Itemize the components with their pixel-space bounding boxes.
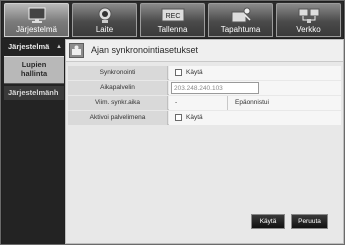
last-sync-row: Viim. synkr.aika - Epäonnistui — [68, 96, 341, 110]
monitor-icon — [28, 7, 45, 23]
activate-row: Aktivoi palvelimena Käytä — [68, 111, 341, 125]
sidebar-item-label: Järjestelmä — [8, 42, 50, 51]
time-server-input[interactable] — [171, 82, 259, 94]
tab-label: Verkko — [296, 25, 321, 34]
sidebar-item-label: Lupien hallinta — [20, 60, 48, 78]
sync-checkbox[interactable] — [175, 69, 182, 76]
activate-value-cell: Käytä — [169, 111, 341, 125]
camera-icon — [98, 7, 111, 23]
sidebar-item-jarjestelma[interactable]: Järjestelmä ▲ — [4, 42, 64, 55]
tab-label: Tallenna — [157, 25, 188, 34]
sync-label: Synkronointi — [68, 66, 168, 80]
event-icon — [231, 7, 251, 23]
last-sync-status: Epäonnistui — [235, 99, 269, 106]
page-title: Ajan synkronointiasetukset — [91, 45, 199, 55]
svg-text:REC: REC — [165, 13, 180, 20]
sync-checkbox-label: Käytä — [186, 69, 203, 76]
activate-checkbox-label: Käytä — [186, 114, 203, 121]
tab-jarjestelma[interactable]: Järjestelmä — [4, 3, 69, 37]
sidebar-item-jarjestelmanhallinta[interactable]: Järjestelmänh — [4, 86, 64, 100]
server-label: Aikapalvelin — [68, 81, 168, 95]
last-sync-value-cell: - Epäonnistui — [169, 96, 341, 110]
sync-row: Synkronointi Käytä — [68, 66, 341, 80]
server-value-cell — [169, 81, 341, 95]
tab-tallenna[interactable]: REC Tallenna — [140, 3, 205, 37]
arrow-up-icon: ▲ — [56, 44, 62, 50]
tab-label: Tapahtuma — [220, 25, 261, 34]
cancel-button[interactable]: Peruuta — [291, 214, 328, 229]
tab-laite[interactable]: Laite — [72, 3, 137, 37]
tab-label: Järjestelmä — [16, 25, 57, 34]
sync-value-cell: Käytä — [169, 66, 341, 80]
apply-button[interactable]: Käytä — [251, 214, 285, 229]
sidebar-item-label: Järjestelmänh — [8, 88, 59, 97]
rec-icon: REC — [161, 8, 184, 22]
activate-checkbox[interactable] — [175, 114, 182, 121]
sidebar: Järjestelmä ▲ Lupien hallinta Järjestelm… — [2, 39, 64, 244]
activate-label: Aktivoi palvelimena — [68, 111, 168, 125]
settings-page-icon — [69, 43, 84, 58]
network-icon — [298, 8, 319, 23]
panel-header: Ajan synkronointiasetukset — [66, 40, 343, 62]
last-sync-time: - — [175, 99, 178, 106]
server-row: Aikapalvelin — [68, 81, 341, 95]
tab-verkko[interactable]: Verkko — [276, 3, 341, 37]
tab-tapahtuma[interactable]: Tapahtuma — [208, 3, 273, 37]
main-tab-bar: Järjestelmä Laite REC Tallenna Tapahtuma… — [2, 2, 343, 38]
cell-divider — [227, 96, 228, 110]
last-sync-label: Viim. synkr.aika — [68, 96, 168, 110]
tab-label: Laite — [95, 25, 114, 34]
settings-panel: Ajan synkronointiasetukset Synkronointi … — [65, 39, 344, 244]
app-window: Järjestelmä Laite REC Tallenna Tapahtuma… — [0, 0, 345, 245]
sidebar-item-lupien-hallinta[interactable]: Lupien hallinta — [4, 56, 64, 84]
